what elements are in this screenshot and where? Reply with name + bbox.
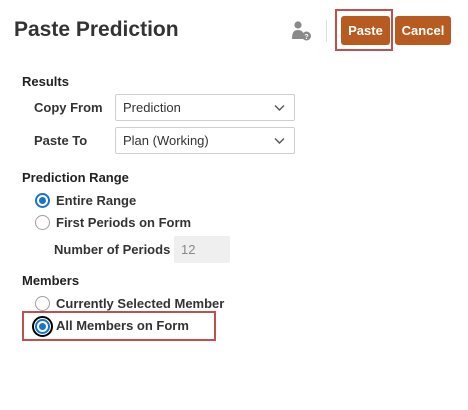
chevron-down-icon [274,138,285,144]
members-heading: Members [22,273,80,288]
entire-range-label: Entire Range [56,193,137,208]
currently-selected-member-label: Currently Selected Member [56,296,225,311]
dialog-title: Paste Prediction [14,18,179,41]
first-periods-radio[interactable] [35,215,50,230]
paste-to-label: Paste To [34,133,88,148]
all-members-label: All Members on Form [56,318,189,333]
chevron-down-icon [274,105,285,111]
toolbar-divider [326,20,327,42]
first-periods-label: First Periods on Form [56,215,192,230]
copy-from-select[interactable]: Prediction [115,94,295,121]
results-heading: Results [22,74,69,89]
cancel-button[interactable]: Cancel [395,16,451,45]
paste-to-select[interactable]: Plan (Working) [115,127,295,154]
paste-button[interactable]: Paste [341,16,390,45]
number-of-periods-input[interactable]: 12 [174,236,230,263]
user-help-icon[interactable]: ? [290,20,312,42]
number-of-periods-label: Number of Periods [54,242,171,257]
copy-from-value: Prediction [123,100,181,115]
currently-selected-member-radio[interactable] [35,296,50,311]
copy-from-label: Copy From [34,100,103,115]
all-members-radio[interactable] [32,316,53,337]
paste-to-value: Plan (Working) [123,133,209,148]
entire-range-radio[interactable] [35,193,50,208]
svg-text:?: ? [304,34,308,41]
prediction-range-heading: Prediction Range [22,170,129,185]
